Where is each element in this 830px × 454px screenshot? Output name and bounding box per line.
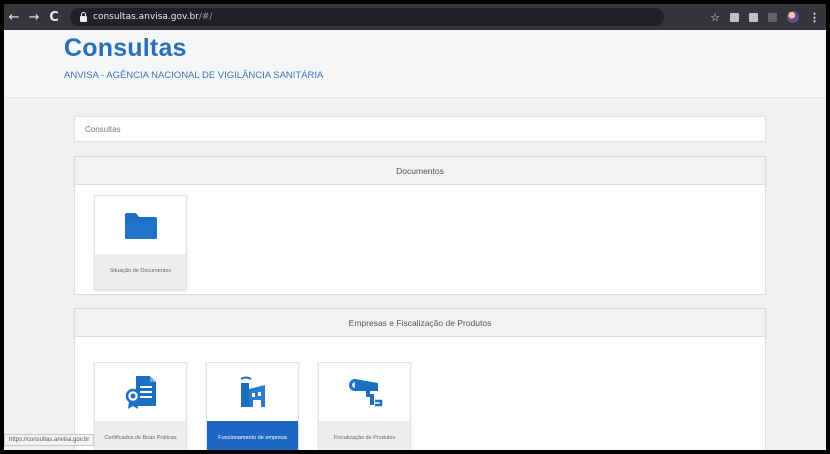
security-camera-icon [319, 363, 410, 421]
breadcrumb-item[interactable]: Consultas [85, 125, 121, 134]
profile-avatar-icon[interactable] [787, 11, 799, 23]
browser-toolbar: ← → C consultas.anvisa.gov.br/#/ ☆ ⋮ [4, 4, 826, 30]
site-header: Consultas ANVISA - AGÊNCIA NACIONAL DE V… [4, 30, 826, 98]
card-label: Certificados de Boas Práticas [95, 421, 186, 450]
card-label: Situação de Documentos [95, 254, 186, 289]
card-certificados-boas-praticas[interactable]: Certificados de Boas Práticas [94, 362, 187, 450]
extension-icon[interactable] [768, 12, 777, 22]
section-documentos: Documentos Situação de Documentos [74, 156, 766, 295]
lock-icon [80, 11, 87, 22]
page-subtitle: ANVISA - AGÊNCIA NACIONAL DE VIGILÂNCIA … [64, 70, 324, 81]
factory-icon [207, 363, 298, 421]
browser-menu-icon[interactable]: ⋮ [809, 11, 820, 24]
url-text: consultas.anvisa.gov.br/#/ [93, 12, 213, 22]
card-situacao-documentos[interactable]: Situação de Documentos [94, 195, 187, 290]
section-title: Documentos [75, 157, 765, 185]
extension-icon[interactable] [749, 12, 758, 22]
page-title[interactable]: Consultas [64, 30, 826, 63]
card-label: Fiscalização de Produtos [319, 421, 410, 450]
section-empresas-fiscalizacao: Empresas e Fiscalização de Produtos Cert… [74, 308, 766, 450]
forward-icon[interactable]: → [24, 10, 44, 25]
back-icon[interactable]: ← [4, 10, 24, 25]
card-fiscalizacao-produtos[interactable]: Fiscalização de Produtos [318, 362, 411, 450]
breadcrumb: Consultas [74, 116, 766, 142]
card-funcionamento-empresa[interactable]: Funcionamento de empresa [206, 362, 299, 450]
folder-icon [95, 196, 186, 254]
card-label: Funcionamento de empresa [207, 421, 298, 450]
reload-icon[interactable]: C [44, 10, 64, 25]
section-title: Empresas e Fiscalização de Produtos [75, 309, 765, 337]
address-bar[interactable]: consultas.anvisa.gov.br/#/ [70, 8, 664, 26]
certificate-icon [95, 363, 186, 421]
bookmark-star-icon[interactable]: ☆ [710, 11, 720, 24]
page-viewport: Consultas ANVISA - AGÊNCIA NACIONAL DE V… [4, 30, 826, 450]
status-bar-url: https://consultas.anvisa.gov.br [4, 434, 95, 446]
extension-icon[interactable] [730, 12, 739, 22]
